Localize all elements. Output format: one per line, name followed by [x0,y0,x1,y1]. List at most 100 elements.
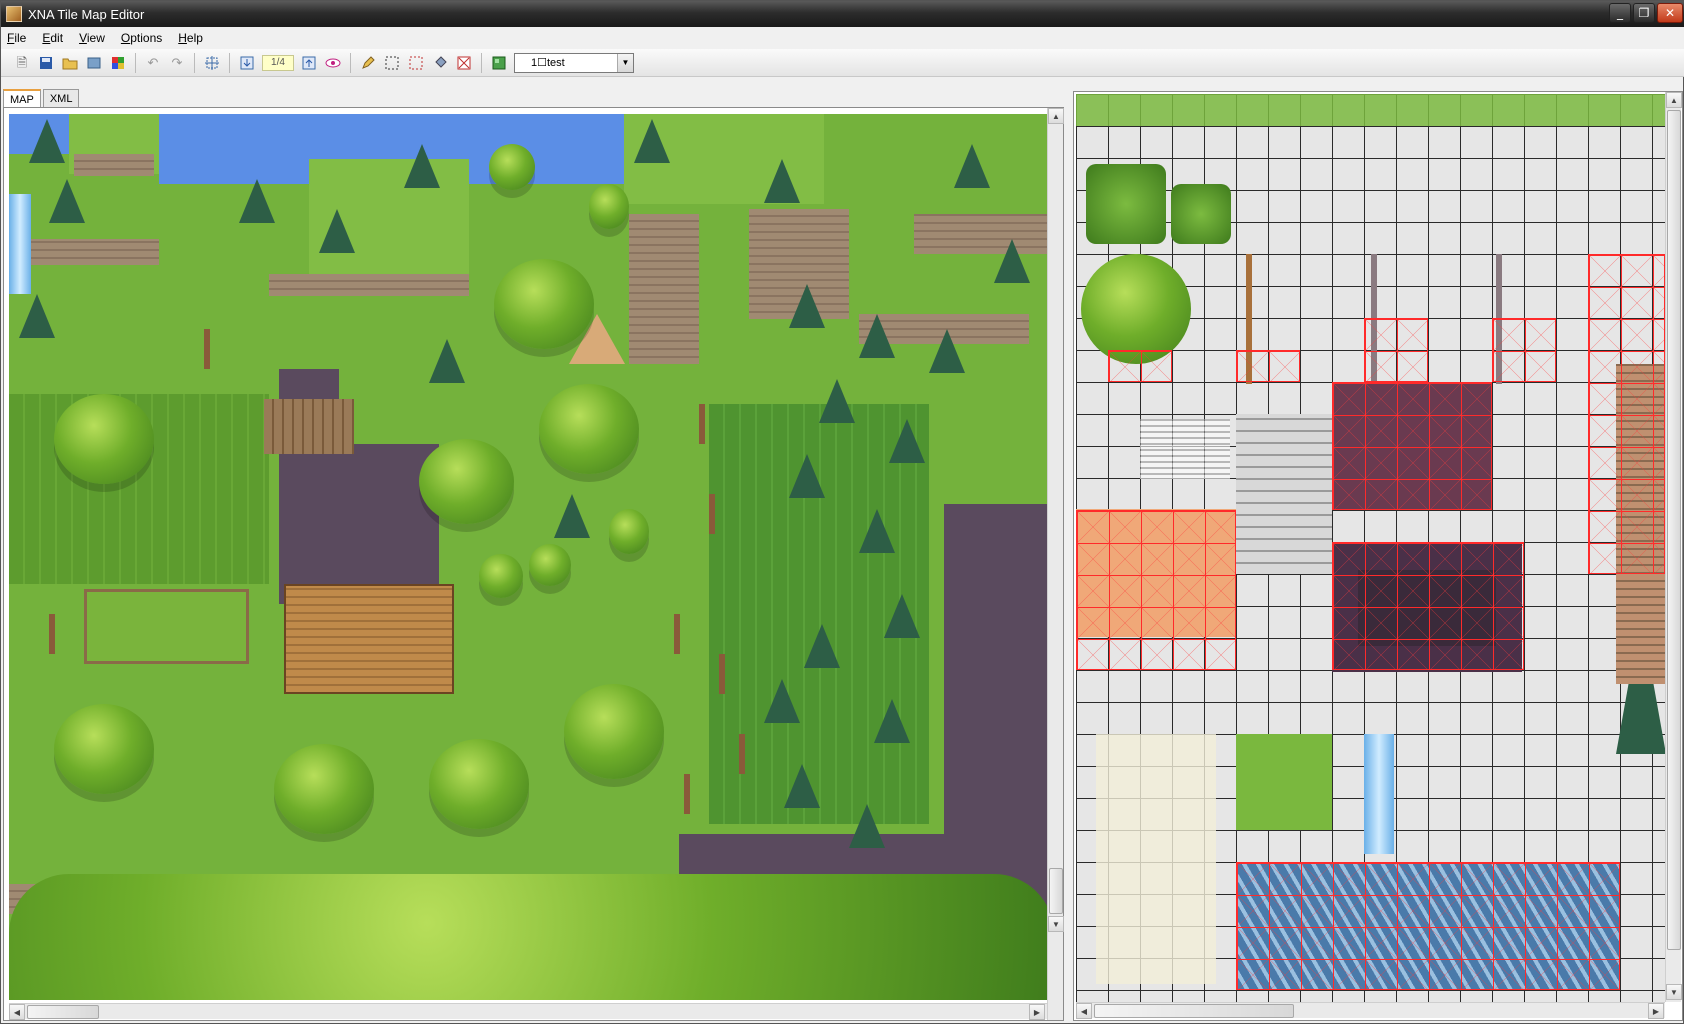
map-tree [529,544,571,586]
palette-icon[interactable] [109,54,127,72]
map-bare-tree [699,404,705,444]
map-tree [419,439,514,524]
map-pine [404,144,440,188]
map-pine [554,494,590,538]
map-bare-tree [684,774,690,814]
layer-down-icon[interactable] [238,54,256,72]
map-pine [804,624,840,668]
map-pine [929,329,965,373]
tile-stone-wall [1236,414,1332,574]
maximize-button[interactable]: ❐ [1633,3,1655,23]
map-pine [29,119,65,163]
menu-help[interactable]: Help [178,31,203,45]
app-window: XNA Tile Map Editor _ ❐ ✕ File Edit View… [0,0,1684,1024]
map-bare-tree [674,614,680,654]
scroll-down-icon[interactable]: ▼ [1048,916,1064,932]
map-hscroll-thumb[interactable] [27,1005,99,1019]
tileset-hscroll-thumb[interactable] [1094,1004,1294,1018]
scroll-down-icon[interactable]: ▼ [1666,984,1682,1000]
app-icon [6,6,22,22]
tile-selection [1588,254,1665,574]
close-button[interactable]: ✕ [1657,3,1683,23]
tileset-icon[interactable] [490,54,508,72]
title-bar: XNA Tile Map Editor _ ❐ ✕ [1,1,1684,27]
tile-selection [1108,350,1172,382]
map-pine [239,179,275,223]
map-horizontal-scrollbar[interactable]: ◀ ▶ [9,1003,1047,1020]
tile-selection [1364,318,1428,382]
tile-bush [1171,184,1231,244]
scroll-left-icon[interactable]: ◀ [1076,1003,1092,1019]
tile-selection [1332,542,1524,670]
minimize-button[interactable]: _ [1609,3,1631,23]
save-icon[interactable] [37,54,55,72]
select-area-icon[interactable] [407,54,425,72]
pencil-icon[interactable] [359,54,377,72]
fill-bucket-icon[interactable] [431,54,449,72]
tab-xml[interactable]: XML [42,89,80,108]
map-pine [19,294,55,338]
tile-selection [1332,382,1492,510]
map-pine [789,284,825,328]
tile-selection [1236,862,1620,990]
map-pine [994,239,1030,283]
toolbar-separator [194,52,195,73]
scroll-right-icon[interactable]: ▶ [1029,1004,1045,1020]
tile-grass-row [1076,94,1665,126]
map-bare-tree [49,614,55,654]
map-tree [609,509,649,554]
eye-icon[interactable] [324,54,342,72]
import-icon[interactable] [85,54,103,72]
map-cliff [269,274,469,296]
map-tree [479,554,523,598]
menu-view[interactable]: View [79,31,105,45]
map-bare-tree [204,329,210,369]
chevron-down-icon[interactable]: ▼ [617,53,633,72]
tile-fence [1140,419,1230,479]
resize-map-icon[interactable] [203,54,221,72]
layer-indicator: 1/4 [262,54,294,71]
map-bridge [264,399,354,454]
map-pine [764,159,800,203]
toolbar: 🗎 ↶ ↷ 1/4 1☐test ▼ [1,49,1684,77]
layer-select[interactable]: 1☐test ▼ [514,52,634,73]
menu-options[interactable]: Options [121,31,162,45]
tile-bush [1086,164,1166,244]
tileset-vertical-scrollbar[interactable]: ▲ ▼ [1665,92,1682,1002]
tileset-grid[interactable] [1076,94,1665,1002]
window-controls: _ ❐ ✕ [1609,3,1683,23]
map-waterfall [9,194,31,294]
undo-icon[interactable]: ↶ [144,54,162,72]
scroll-left-icon[interactable]: ◀ [9,1004,25,1020]
open-folder-icon[interactable] [61,54,79,72]
tileset-vscroll-thumb[interactable] [1667,110,1681,950]
map-cliff [629,214,699,364]
map-tree [9,874,1049,1000]
tile-selection [1236,350,1300,382]
map-vscroll-thumb[interactable] [1049,868,1063,914]
layer-select-value: 1☐test [531,57,565,69]
map-pine [859,314,895,358]
map-cliff [9,239,159,265]
tileset-horizontal-scrollbar[interactable]: ◀ ▶ [1076,1002,1665,1019]
layer-up-icon[interactable] [300,54,318,72]
map-canvas[interactable] [9,114,1049,1000]
redo-icon[interactable]: ↷ [168,54,186,72]
map-tree [54,394,154,484]
map-tree [494,259,594,349]
new-file-icon[interactable]: 🗎 [13,54,31,72]
scroll-up-icon[interactable]: ▲ [1666,92,1682,108]
menu-file[interactable]: File [7,31,26,45]
tileset-panel: ▲ ▼ ◀ ▶ [1073,91,1683,1021]
scroll-right-icon[interactable]: ▶ [1648,1003,1664,1019]
toolbar-separator [350,52,351,73]
tile-tree [1081,254,1191,364]
map-pine [429,339,465,383]
map-cliff [74,154,154,176]
erase-icon[interactable] [455,54,473,72]
tab-map[interactable]: MAP [3,89,41,109]
scroll-up-icon[interactable]: ▲ [1048,108,1064,124]
select-icon[interactable] [383,54,401,72]
map-vertical-scrollbar[interactable]: ▲ ▼ [1047,108,1064,1020]
menu-edit[interactable]: Edit [42,31,63,45]
